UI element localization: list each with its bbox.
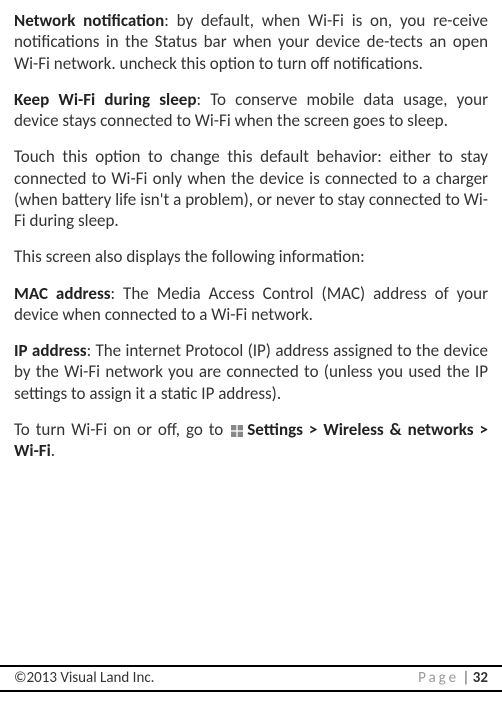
heading-mac-address: MAC address <box>14 283 111 304</box>
text-turn-wifi-suffix: . <box>51 440 55 461</box>
document-body: Network notification: by default, when W… <box>14 10 488 461</box>
paragraph-screen-displays: This screen also displays the following … <box>14 246 488 267</box>
settings-icon <box>229 423 245 439</box>
copyright-text: ©2013 Visual Land Inc. <box>14 669 154 688</box>
paragraph-mac-address: MAC address: The Media Access Control (M… <box>14 283 488 326</box>
paragraph-turn-wifi: To turn Wi-Fi on or off, go to Settings … <box>14 419 488 462</box>
page-number: 32 <box>473 669 488 687</box>
heading-keep-wifi-sleep: Keep Wi-Fi during sleep <box>14 89 196 110</box>
heading-network-notification: Network notification <box>14 10 164 31</box>
paragraph-keep-wifi-sleep: Keep Wi-Fi during sleep: To conserve mob… <box>14 89 488 132</box>
page-separator: | <box>459 669 473 687</box>
heading-ip-address: IP address <box>14 340 87 361</box>
text-screen-displays: This screen also displays the following … <box>14 246 365 267</box>
paragraph-touch-option: Touch this option to change this default… <box>14 146 488 231</box>
page-footer: ©2013 Visual Land Inc. Page | 32 <box>0 665 502 692</box>
paragraph-ip-address: IP address: The internet Protocol (IP) a… <box>14 340 488 404</box>
page-label: Page <box>418 669 459 687</box>
paragraph-network-notification: Network notification: by default, when W… <box>14 10 488 74</box>
page-indicator: Page | 32 <box>418 669 488 688</box>
text-turn-wifi-prefix: To turn Wi-Fi on or off, go to <box>14 419 229 440</box>
text-touch-option: Touch this option to change this default… <box>14 146 488 231</box>
